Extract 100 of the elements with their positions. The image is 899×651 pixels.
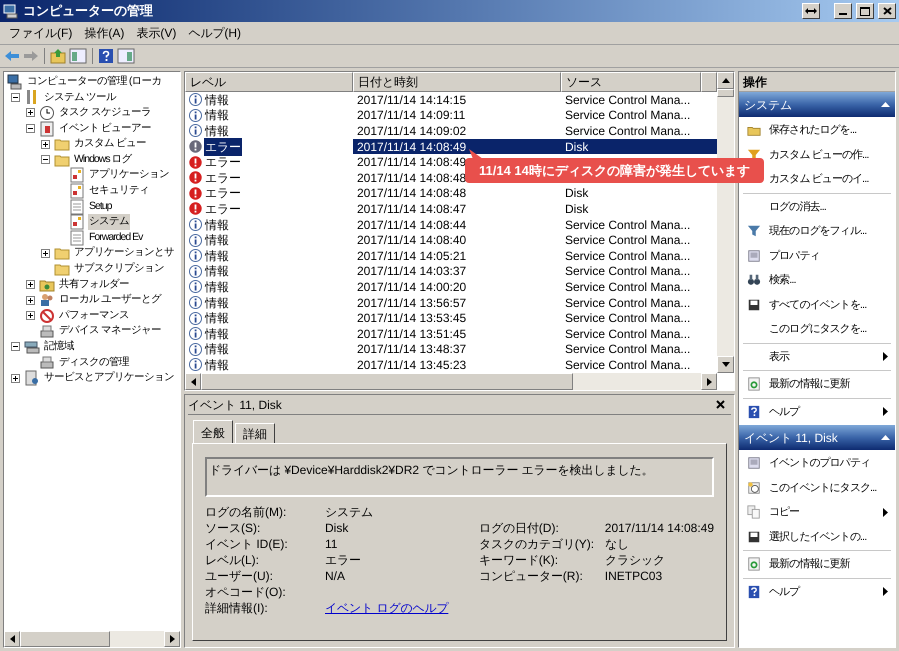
event-level[interactable]: 情報 — [204, 278, 230, 296]
event-level[interactable]: 情報 — [204, 324, 230, 343]
tab[interactable]: 詳細 — [235, 423, 275, 443]
event-level[interactable]: 情報 — [204, 216, 230, 234]
minimize-button[interactable] — [834, 3, 852, 19]
column-header[interactable]: ソース — [561, 72, 701, 92]
tree-item[interactable]: Setup — [88, 198, 112, 214]
event-level[interactable]: エラー — [204, 138, 242, 156]
tree-item[interactable]: Forwarded Ev — [88, 230, 144, 246]
action-item[interactable]: プロパティ — [743, 244, 891, 268]
tree-item[interactable]: アプリケーションとサ — [73, 245, 175, 262]
tree-item[interactable]: パフォーマンス — [58, 308, 130, 324]
event-level[interactable]: エラー — [204, 200, 242, 218]
horizontal-scrollbar[interactable] — [4, 631, 180, 647]
pane-icon[interactable] — [69, 48, 87, 64]
action-item[interactable]: 現在のログをフィル... — [743, 219, 891, 244]
up-arrow-icon[interactable] — [722, 78, 730, 83]
menu-item[interactable]: 表示(V) — [131, 23, 182, 43]
tab[interactable]: 全般 — [193, 420, 233, 444]
collapse-icon[interactable] — [11, 92, 20, 102]
tree-item[interactable]: コンピューターの管理 (ローカ — [26, 74, 162, 90]
expand-icon[interactable] — [41, 248, 50, 258]
action-item[interactable]: 表示 — [743, 344, 891, 369]
event-level[interactable]: 情報 — [204, 122, 230, 140]
collapse-icon[interactable] — [41, 155, 50, 164]
action-item[interactable]: 保存されたログを... — [743, 118, 891, 142]
event-level[interactable]: 情報 — [204, 356, 230, 374]
horizontal-scrollbar[interactable] — [185, 373, 717, 390]
tree-item[interactable]: アプリケーション — [88, 167, 170, 184]
right-arrow-icon[interactable] — [170, 635, 174, 643]
action-item[interactable]: 選択したイベントの... — [743, 524, 891, 549]
event-level[interactable]: 情報 — [204, 231, 230, 250]
left-arrow-icon[interactable] — [10, 635, 14, 643]
collapse-icon[interactable] — [11, 342, 20, 352]
expand-icon[interactable] — [26, 311, 35, 320]
expand-icon[interactable] — [41, 140, 50, 149]
expand-icon[interactable] — [26, 108, 35, 118]
event-level[interactable]: エラー — [204, 168, 242, 187]
tree-item[interactable]: システム ツール — [43, 90, 117, 106]
refresh-icon — [747, 377, 761, 392]
tree-item[interactable]: ローカル ユーザーとグ — [58, 292, 162, 308]
column-header[interactable]: 日付と時刻 — [353, 72, 561, 92]
action-item[interactable]: 最新の情報に更新 — [743, 372, 891, 396]
resize-button[interactable] — [802, 3, 820, 19]
tree-item[interactable]: デバイス マネージャー — [58, 323, 162, 340]
collapse-arrow-icon[interactable] — [881, 435, 890, 440]
tree-item[interactable]: 共有フォルダー — [58, 276, 130, 292]
expand-icon[interactable] — [11, 374, 20, 383]
help-link[interactable]: イベント ログのヘルプ — [325, 599, 448, 617]
tree-item[interactable]: 記憶域 — [43, 339, 75, 355]
tree-item[interactable]: Windows ログ — [73, 152, 133, 168]
event-level[interactable]: エラー — [204, 184, 242, 202]
event-level[interactable]: 情報 — [204, 246, 230, 265]
field-label: ログの日付(D): — [478, 520, 560, 537]
action-item[interactable]: 最新の情報に更新 — [743, 552, 891, 576]
tree-item[interactable]: カスタム ビュー — [73, 136, 147, 152]
tree-item[interactable]: セキュリティ — [88, 183, 150, 199]
close-button[interactable] — [878, 3, 896, 19]
field-value: N/A — [325, 568, 346, 585]
column-header[interactable] — [701, 72, 717, 92]
action-item[interactable]: 検索... — [743, 268, 891, 292]
event-level[interactable]: 情報 — [204, 106, 230, 124]
event-level[interactable]: 情報 — [204, 90, 230, 109]
right-arrow-icon[interactable] — [706, 378, 712, 386]
help-icon[interactable] — [98, 48, 114, 64]
menu-item[interactable]: ヘルプ(H) — [183, 23, 246, 43]
collapse-arrow-icon[interactable] — [881, 102, 890, 107]
expand-icon[interactable] — [26, 296, 35, 305]
collapse-icon[interactable] — [26, 124, 35, 134]
event-level[interactable]: 情報 — [204, 262, 230, 280]
action-item[interactable]: ログの消去... — [743, 194, 891, 219]
expand-icon[interactable] — [26, 280, 35, 290]
event-level[interactable]: 情報 — [204, 309, 230, 328]
event-level[interactable]: エラー — [204, 153, 242, 172]
section-header[interactable]: システム — [739, 92, 895, 117]
action-item[interactable]: イベントのプロパティ — [743, 451, 891, 476]
tree-item[interactable]: システム — [88, 214, 130, 230]
action-item[interactable]: すべてのイベントを... — [743, 292, 891, 317]
column-header[interactable]: レベル — [185, 72, 353, 92]
menu-item[interactable]: 操作(A) — [79, 23, 130, 43]
section-header[interactable]: イベント 11, Disk — [739, 425, 895, 450]
tree-item[interactable]: サブスクリプション — [73, 261, 165, 277]
tree-item[interactable]: ディスクの管理 — [58, 354, 130, 370]
pane-icon[interactable] — [117, 48, 135, 64]
action-item[interactable]: このイベントにタスク... — [743, 476, 891, 500]
action-item[interactable]: ヘルプ — [743, 400, 891, 424]
down-arrow-icon[interactable] — [722, 362, 730, 367]
action-item[interactable]: ヘルプ — [743, 580, 891, 604]
tree-item[interactable]: サービスとアプリケーション — [43, 370, 175, 386]
event-level[interactable]: 情報 — [204, 294, 230, 312]
close-icon[interactable] — [716, 400, 725, 409]
event-level[interactable]: 情報 — [204, 340, 230, 358]
scroll-thumb[interactable] — [717, 89, 734, 97]
tree-item[interactable]: タスク スケジューラ — [58, 105, 152, 121]
menu-item[interactable]: ファイル(F) — [4, 23, 78, 43]
action-item[interactable]: このログにタスクを... — [743, 317, 891, 342]
action-item[interactable]: コピー — [743, 500, 891, 524]
tree-item[interactable]: イベント ビューアー — [58, 120, 152, 136]
left-arrow-icon[interactable] — [190, 378, 196, 386]
maximize-button[interactable] — [856, 3, 874, 19]
